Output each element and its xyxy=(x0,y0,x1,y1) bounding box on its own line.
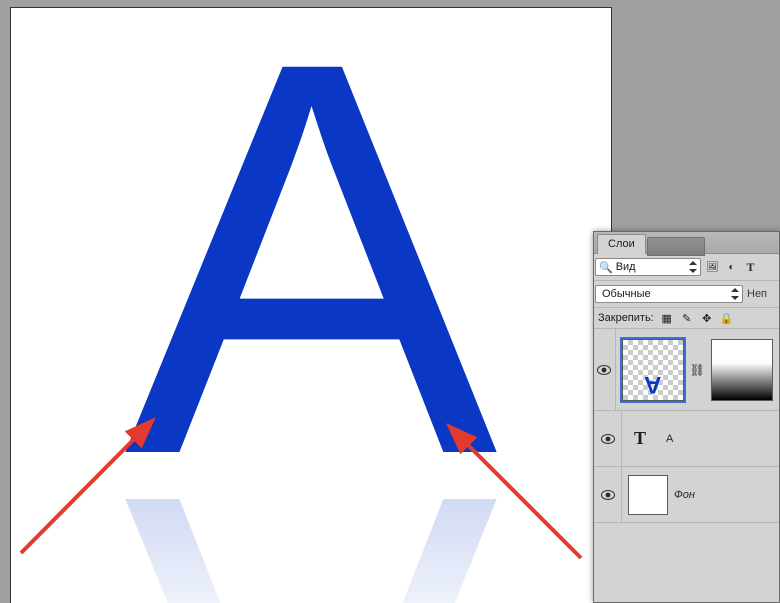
layer-item-text[interactable]: T A xyxy=(594,411,779,467)
search-icon: 🔍 xyxy=(599,261,613,274)
eye-icon xyxy=(597,365,611,375)
canvas-area[interactable]: A A xyxy=(11,0,611,603)
lock-all-icon[interactable]: 🔒 xyxy=(720,311,734,325)
visibility-toggle[interactable] xyxy=(594,329,616,410)
layer-item-reflection[interactable]: A ⛓ xyxy=(594,329,779,411)
layer-filter-value: Вид xyxy=(616,261,636,273)
blend-mode-value: Обычные xyxy=(602,288,651,300)
lock-label: Закрепить: xyxy=(598,312,654,324)
layer-name-label[interactable]: Фон xyxy=(674,489,695,501)
blend-mode-select[interactable]: Обычные xyxy=(595,285,743,303)
tab-layers[interactable]: Слои xyxy=(597,234,646,254)
text-layer-icon: T xyxy=(634,428,646,449)
eye-icon xyxy=(601,490,615,500)
link-mask-icon[interactable]: ⛓ xyxy=(690,363,705,377)
filter-image-icon[interactable]: 🖼 xyxy=(705,260,720,275)
thumb-letter-icon: A xyxy=(644,370,661,398)
layer-thumbnail[interactable]: A xyxy=(622,339,684,401)
layer-thumbnail[interactable] xyxy=(628,475,668,515)
layer-item-background[interactable]: Фон xyxy=(594,467,779,523)
layers-panel: Слои 🔍 Вид 🖼 ◐ T Обычные Неп Закрепить: … xyxy=(593,231,780,603)
panel-tabs: Слои xyxy=(594,232,779,254)
panel-filter-row: 🔍 Вид 🖼 ◐ T xyxy=(594,254,779,281)
visibility-toggle[interactable] xyxy=(594,411,622,466)
visibility-toggle[interactable] xyxy=(594,467,622,522)
document-canvas[interactable]: A A xyxy=(11,8,611,603)
lock-move-icon[interactable]: ✥ xyxy=(700,311,714,325)
filter-text-icon[interactable]: T xyxy=(743,260,758,275)
artwork-reflection: A xyxy=(124,413,498,603)
chevron-updown-icon xyxy=(731,288,739,300)
lock-brush-icon[interactable]: ✎ xyxy=(680,311,694,325)
eye-icon xyxy=(601,434,615,444)
layer-mask-thumbnail[interactable] xyxy=(711,339,773,401)
panel-blend-row: Обычные Неп xyxy=(594,281,779,308)
chevron-updown-icon xyxy=(689,261,697,273)
layer-name-label[interactable]: A xyxy=(666,433,673,445)
layer-list: A ⛓ T A Фон xyxy=(594,329,779,523)
lock-transparent-icon[interactable]: ▦ xyxy=(660,311,674,325)
opacity-label: Неп xyxy=(747,288,767,300)
panel-lock-row: Закрепить: ▦ ✎ ✥ 🔒 xyxy=(594,308,779,329)
filter-adjust-icon[interactable]: ◐ xyxy=(724,260,739,275)
layer-filter-select[interactable]: 🔍 Вид xyxy=(595,258,701,276)
